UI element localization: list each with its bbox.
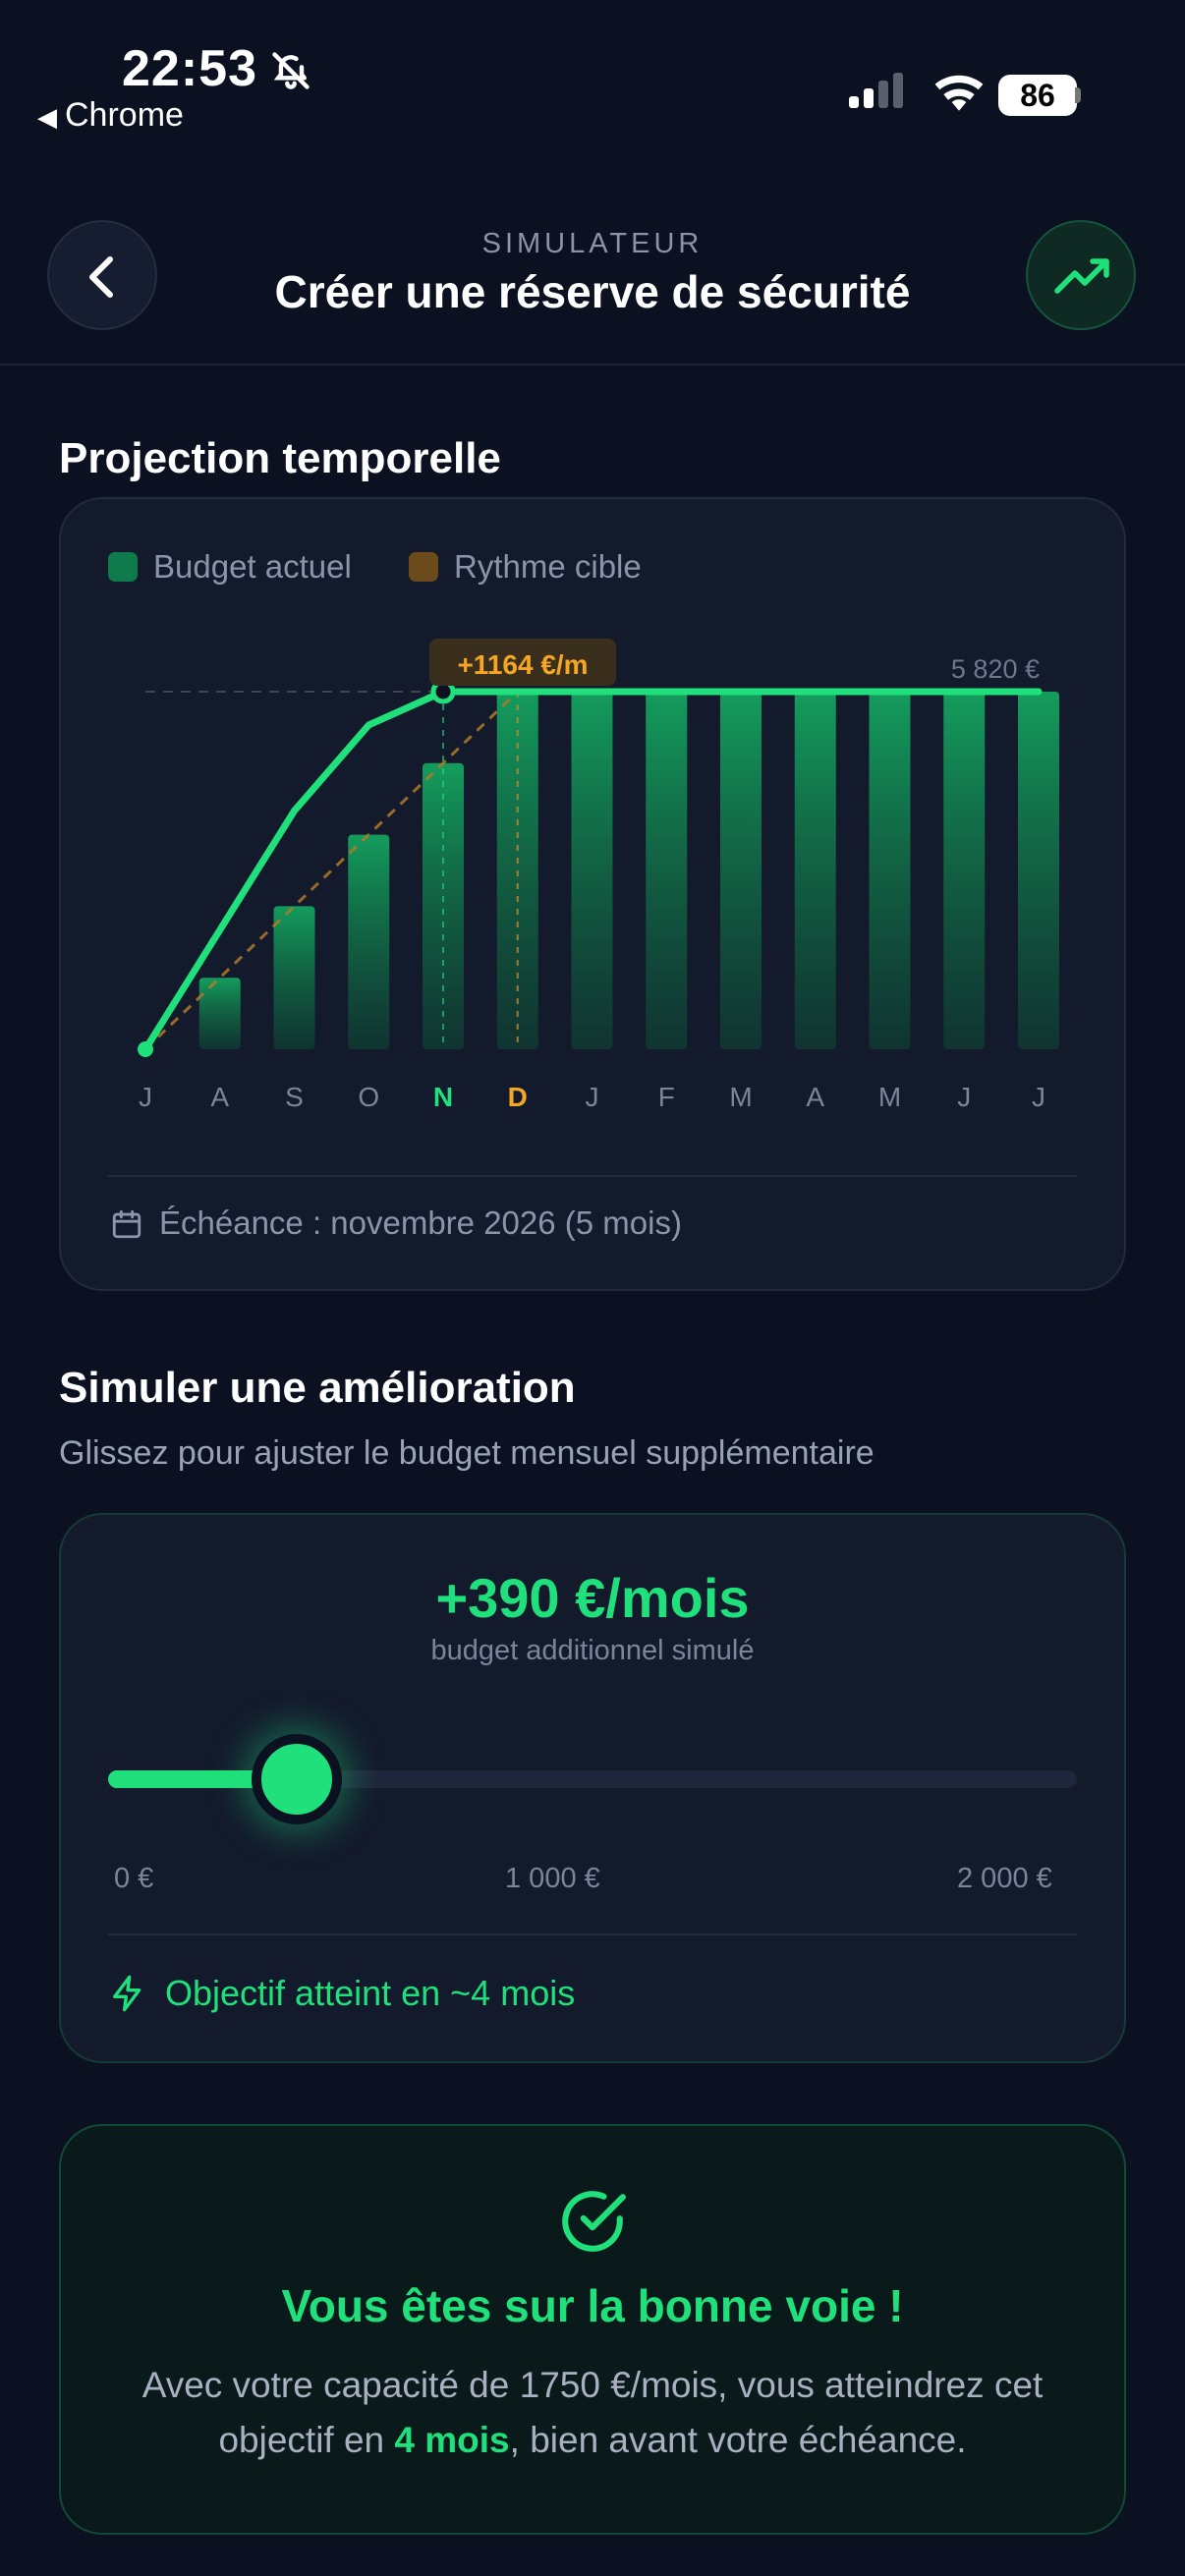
chart-bar: [571, 692, 613, 1049]
simulated-amount: +390 €/mois: [435, 1567, 750, 1629]
success-title: Vous êtes sur la bonne voie !: [281, 2280, 904, 2331]
chart-bar: [869, 692, 911, 1049]
success-message: Avec votre capacité de 1750 €/mois, vous…: [98, 2358, 1087, 2468]
deadline-text: Échéance : novembre 2026 (5 mois): [159, 1204, 682, 1241]
chart-bar: [198, 978, 241, 1049]
chart-bar: [348, 834, 390, 1049]
chart-bar: [646, 692, 688, 1049]
x-tick-label: J: [139, 1082, 152, 1112]
x-tick-label: O: [358, 1082, 379, 1112]
goal-label: 5 820 €: [951, 654, 1040, 684]
start-point: [138, 1041, 153, 1057]
x-tick-label: D: [508, 1082, 528, 1112]
x-tick-label: S: [285, 1082, 304, 1112]
rate-label: +1164 €/m: [457, 649, 588, 680]
slider-min-label: 0 €: [114, 1863, 154, 1894]
slider-max-label: 2 000 €: [957, 1863, 1052, 1894]
chart-bar: [794, 692, 836, 1049]
projection-chart: +1164 €/m 5 820 € J A S O N D J F M A M J J: [138, 639, 1059, 1112]
x-tick-label: A: [806, 1082, 824, 1112]
lightning-icon: [108, 1973, 147, 2019]
chart-bar: [943, 692, 986, 1049]
chart-bar: [273, 906, 315, 1049]
x-tick-label: J: [957, 1082, 971, 1112]
x-tick-label: J: [586, 1082, 599, 1112]
x-tick-label: M: [878, 1082, 901, 1112]
chart-bar: [720, 692, 762, 1049]
simulator-divider: [108, 1933, 1077, 1935]
x-tick-label: N: [433, 1082, 453, 1112]
simulator-title: Simuler une amélioration: [59, 1364, 576, 1412]
simulated-amount-caption: budget additionnel simulé: [430, 1635, 755, 1666]
simulator-subtitle: Glissez pour ajuster le budget mensuel s…: [59, 1434, 875, 1472]
chart-bar: [423, 762, 464, 1049]
success-text-end: , bien avant votre échéance.: [509, 2420, 967, 2460]
success-text-bold: 4 mois: [394, 2420, 510, 2460]
check-circle-icon: [556, 2185, 629, 2263]
calendar-icon: [110, 1206, 143, 1247]
projection-divider: [108, 1175, 1077, 1177]
x-tick-label: F: [658, 1082, 675, 1112]
goal-estimate: Objectif atteint en ~4 mois: [165, 1973, 576, 2013]
slider-mid-label: 1 000 €: [505, 1863, 600, 1894]
budget-slider-thumb[interactable]: [252, 1734, 343, 1824]
chart-bar: [1018, 692, 1059, 1049]
x-tick-label: J: [1032, 1082, 1045, 1112]
x-tick-label: M: [729, 1082, 752, 1112]
x-tick-label: A: [210, 1082, 229, 1112]
